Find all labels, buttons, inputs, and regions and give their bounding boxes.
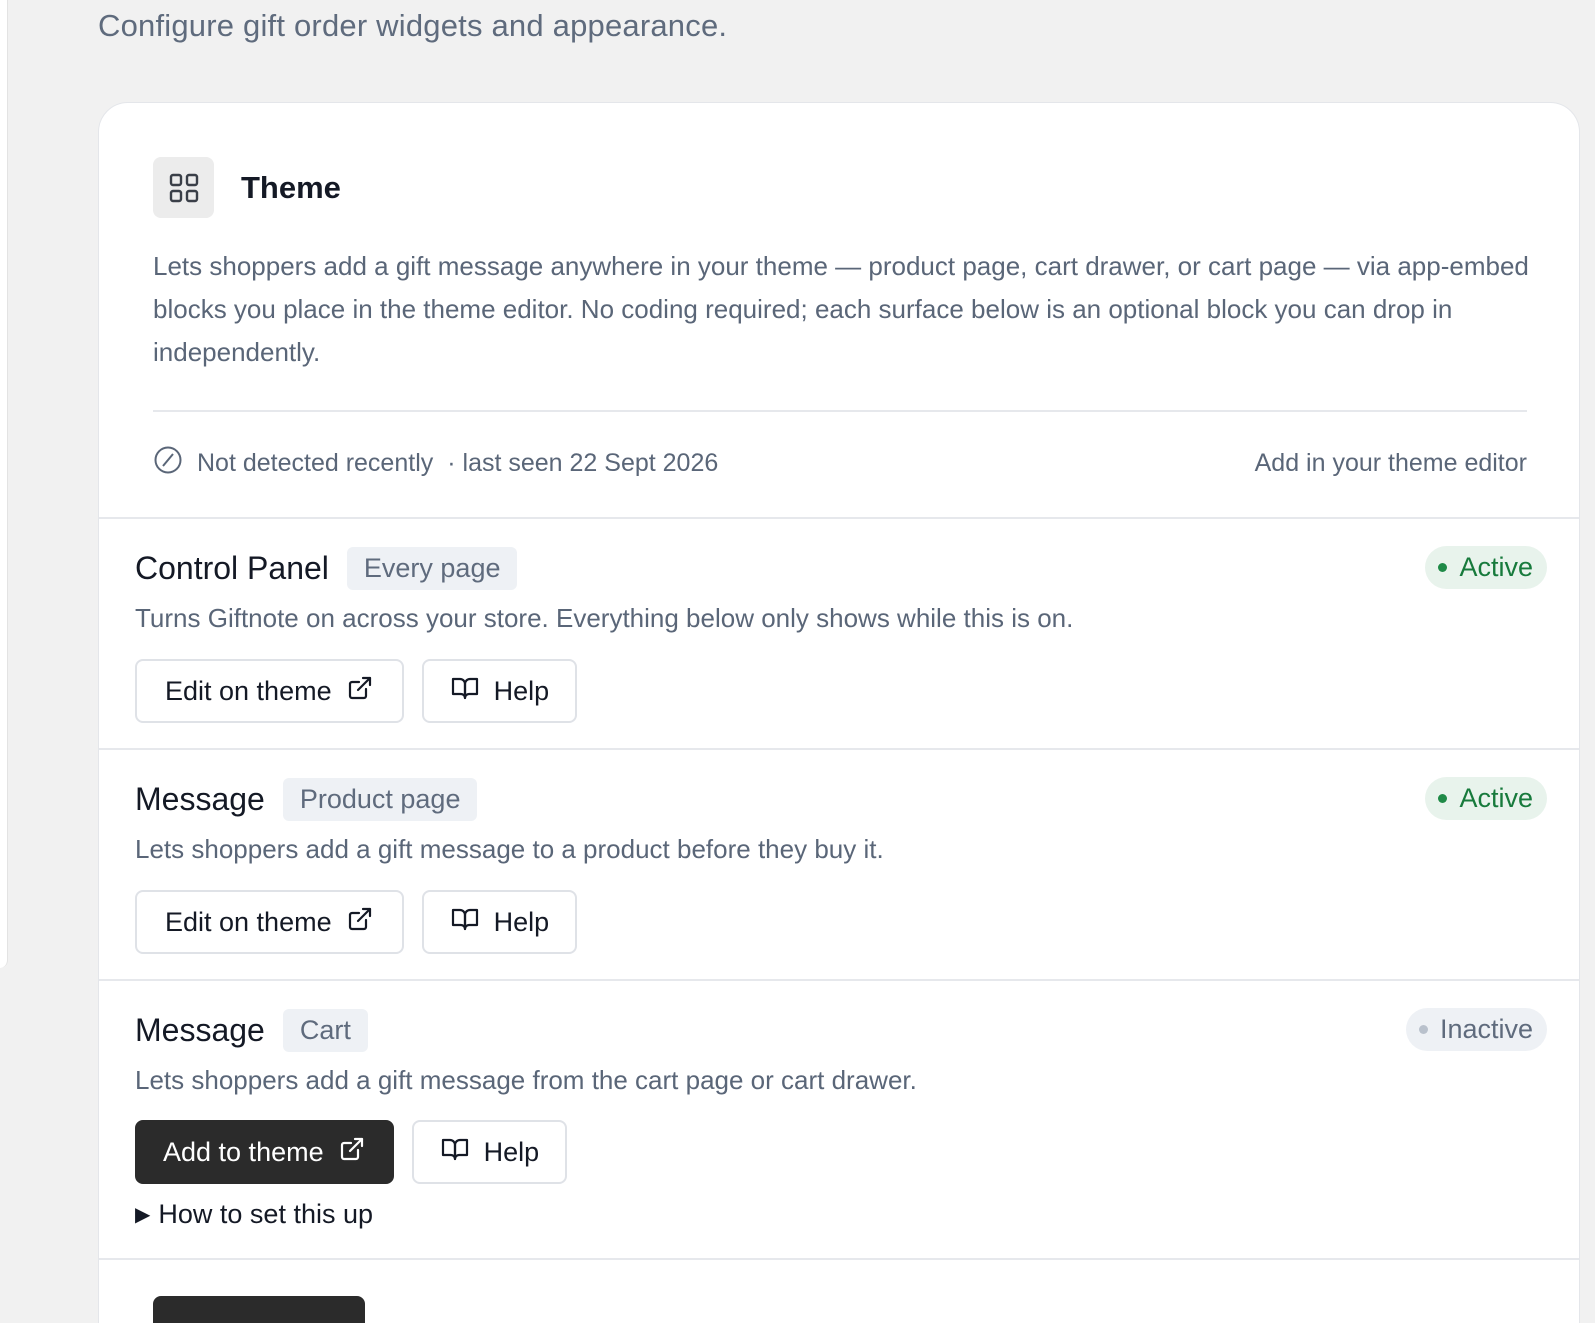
section-title: Message — [135, 780, 265, 817]
section-description: Lets shoppers add a gift message from th… — [135, 1065, 917, 1095]
external-link-icon — [346, 905, 374, 940]
card-header: Theme — [153, 157, 341, 218]
button-row: Edit on theme Help — [135, 659, 578, 723]
status-text: Not detected recently — [197, 448, 434, 477]
help-button[interactable]: Help — [411, 1120, 568, 1184]
status-badge: Active — [1425, 777, 1547, 820]
status-badge: Active — [1425, 546, 1547, 589]
section-tag: Every page — [346, 546, 518, 590]
section-title: Message — [135, 1011, 265, 1048]
book-icon — [450, 905, 480, 940]
button-row: Edit on theme Help — [135, 890, 578, 954]
grid-icon — [153, 157, 214, 218]
status-badge: Inactive — [1405, 1008, 1547, 1051]
button-label: Help — [483, 1136, 540, 1167]
section-header: Control Panel Every page — [135, 546, 518, 590]
book-icon — [450, 674, 480, 709]
disclosure-triangle-icon: ▶ — [135, 1204, 151, 1226]
detection-status: Not detected recently · last seen 22 Sep… — [153, 443, 1527, 483]
help-button[interactable]: Help — [421, 659, 578, 723]
button-row: Add to theme Help — [135, 1120, 568, 1184]
button-label: Add to theme — [163, 1136, 324, 1167]
section-header: Message Cart — [135, 1008, 368, 1052]
section-description: Lets shoppers add a gift message to a pr… — [135, 834, 884, 864]
divider — [153, 410, 1527, 412]
section-control-panel: Control Panel Every page Active Turns Gi… — [99, 517, 1579, 749]
theme-editor-link[interactable]: Add in your theme editor — [1255, 449, 1527, 478]
last-seen-text: · last seen 22 Sept 2026 — [447, 448, 719, 477]
button-label: Help — [493, 906, 550, 937]
book-icon — [440, 1135, 470, 1170]
section-description: Turns Giftnote on across your store. Eve… — [135, 603, 1074, 633]
help-button[interactable]: Help — [421, 890, 578, 954]
section-message-product: Message Product page Active Lets shopper… — [99, 748, 1579, 980]
page-subtitle: Configure gift order widgets and appeara… — [98, 8, 728, 43]
not-detected-icon — [153, 445, 183, 482]
disclosure-label: How to set this up — [158, 1199, 373, 1229]
external-link-icon — [338, 1135, 366, 1170]
section-header: Message Product page — [135, 777, 478, 821]
section-message-cart: Message Cart Inactive Lets shoppers add … — [99, 979, 1579, 1259]
add-to-theme-button[interactable]: Add to theme — [135, 1120, 394, 1184]
external-link-icon — [346, 674, 374, 709]
card-title: Theme — [241, 169, 341, 205]
edit-on-theme-button[interactable]: Edit on theme — [135, 890, 404, 954]
theme-card: Theme Lets shoppers add a gift message a… — [98, 102, 1580, 1323]
edit-on-theme-button[interactable]: Edit on theme — [135, 659, 404, 723]
card-description: Lets shoppers add a gift message anywher… — [153, 251, 1529, 367]
section-title: Control Panel — [135, 549, 329, 586]
section-tag: Product page — [282, 777, 478, 821]
setup-disclosure[interactable]: ▶ How to set this up — [135, 1199, 373, 1230]
button-label: Edit on theme — [165, 675, 332, 706]
section-tag: Cart — [282, 1008, 368, 1052]
button-label: Help — [493, 675, 550, 706]
sidebar-edge — [0, 0, 8, 968]
section-next — [99, 1258, 1579, 1323]
button-label: Edit on theme — [165, 906, 332, 937]
next-section-button[interactable] — [153, 1296, 365, 1323]
